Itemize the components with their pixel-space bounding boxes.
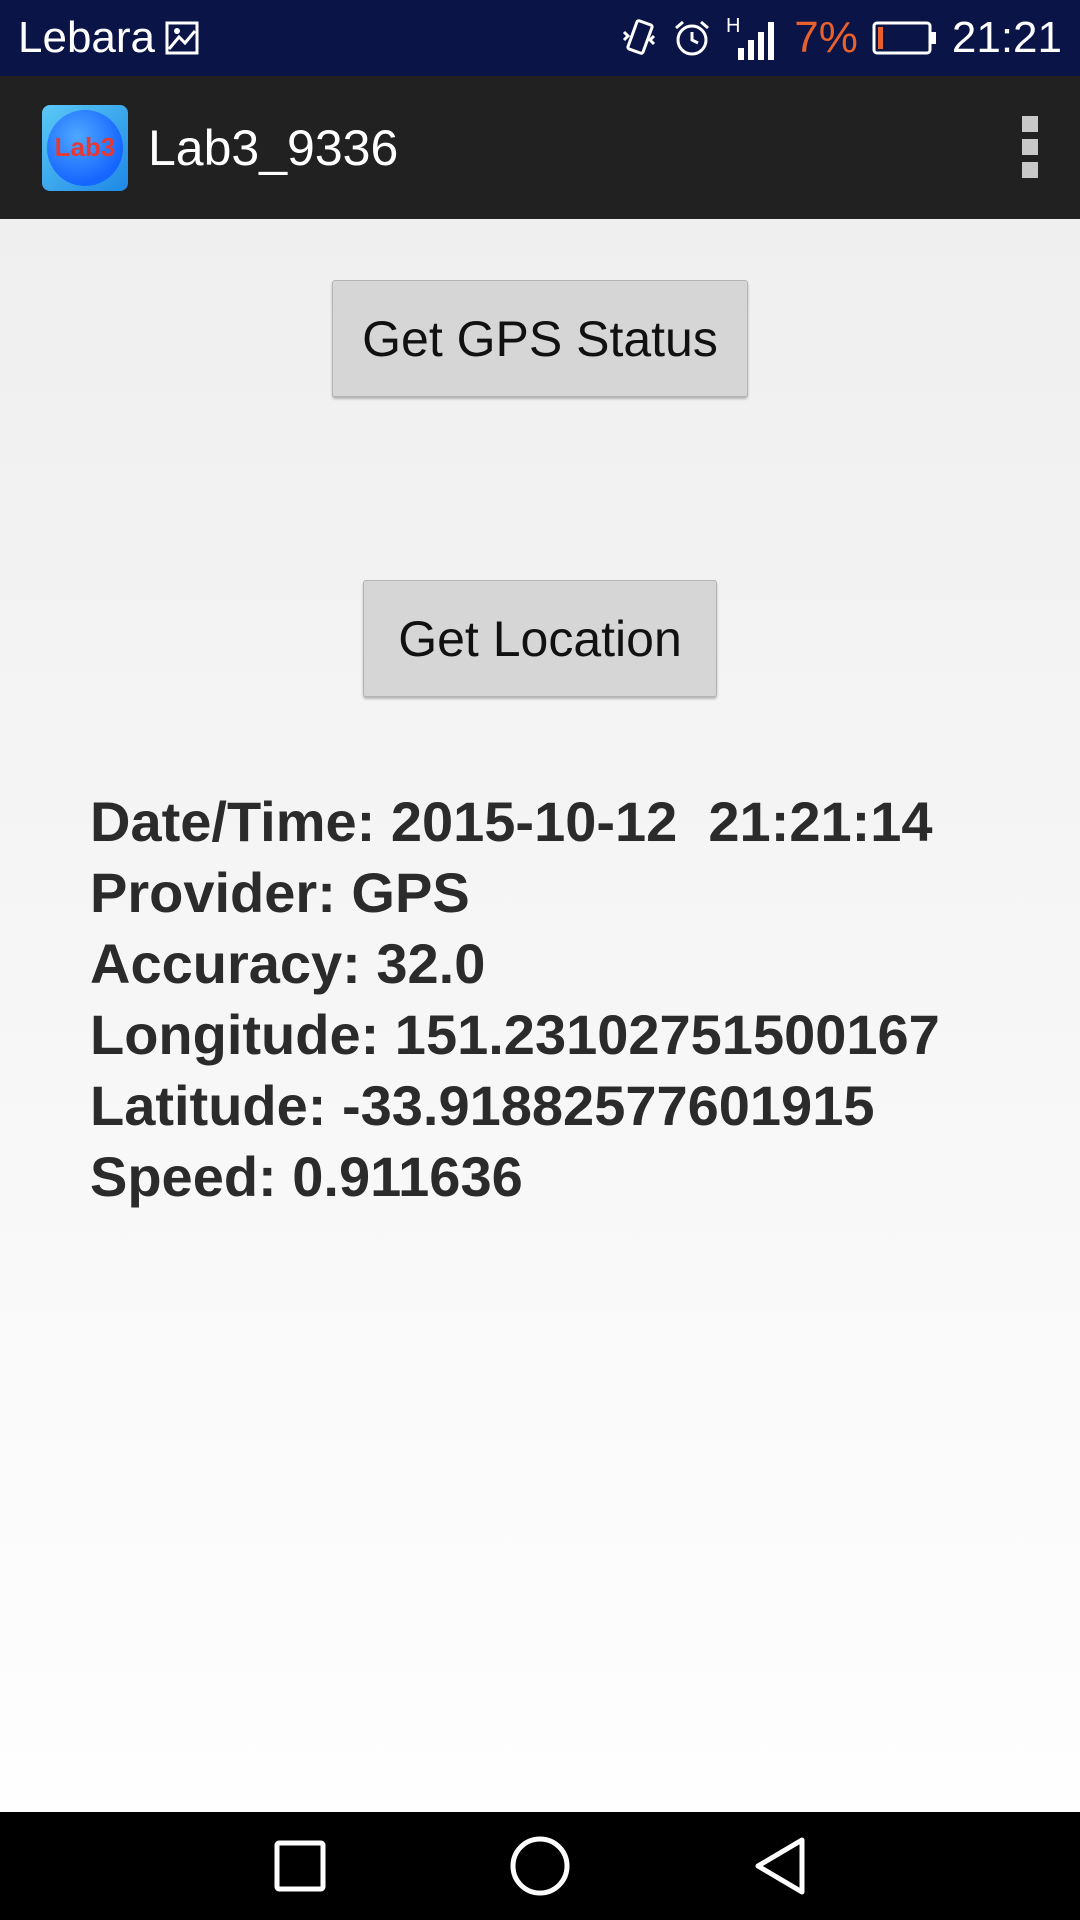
back-icon[interactable] — [720, 1812, 840, 1920]
accuracy-text: Accuracy: 32.0 — [90, 932, 486, 995]
clock: 21:21 — [951, 13, 1062, 62]
get-location-button[interactable]: Get Location — [363, 580, 717, 697]
vibrate-icon — [620, 18, 658, 58]
image-icon — [165, 21, 199, 55]
latitude-text: Latitude: -33.91882577601915 — [90, 1074, 875, 1137]
signal-icon: H — [726, 14, 780, 62]
action-bar: Lab3 Lab3_9336 — [0, 76, 1080, 219]
app-title: Lab3_9336 — [148, 119, 399, 176]
alarm-icon — [672, 18, 712, 58]
battery-percent: 7% — [794, 13, 858, 62]
datetime-text: Date/Time: 2015-10-12 21:21:14 — [90, 790, 933, 853]
network-type-label: H — [726, 15, 740, 37]
longitude-text: Longitude: 151.23102751500167 — [90, 1003, 940, 1066]
get-gps-status-button[interactable]: Get GPS Status — [332, 280, 748, 397]
overflow-menu-icon[interactable] — [1022, 116, 1042, 178]
carrier-name: Lebara — [18, 13, 156, 62]
status-bar: Lebara H 7% 21:21 — [0, 0, 1080, 76]
app-logo-icon[interactable]: Lab3 — [42, 104, 128, 191]
recents-icon[interactable] — [240, 1812, 360, 1920]
location-info: Date/Time: 2015-10-12 21:21:14 Provider:… — [90, 786, 940, 1212]
home-icon[interactable] — [480, 1812, 600, 1920]
battery-icon — [872, 20, 938, 56]
app-logo-text: Lab3 — [47, 109, 123, 186]
main-content: Get GPS Status Get Location Date/Time: 2… — [0, 219, 1080, 1812]
navigation-bar — [0, 1812, 1080, 1920]
speed-text: Speed: 0.911636 — [90, 1145, 523, 1208]
provider-text: Provider: GPS — [90, 861, 470, 924]
